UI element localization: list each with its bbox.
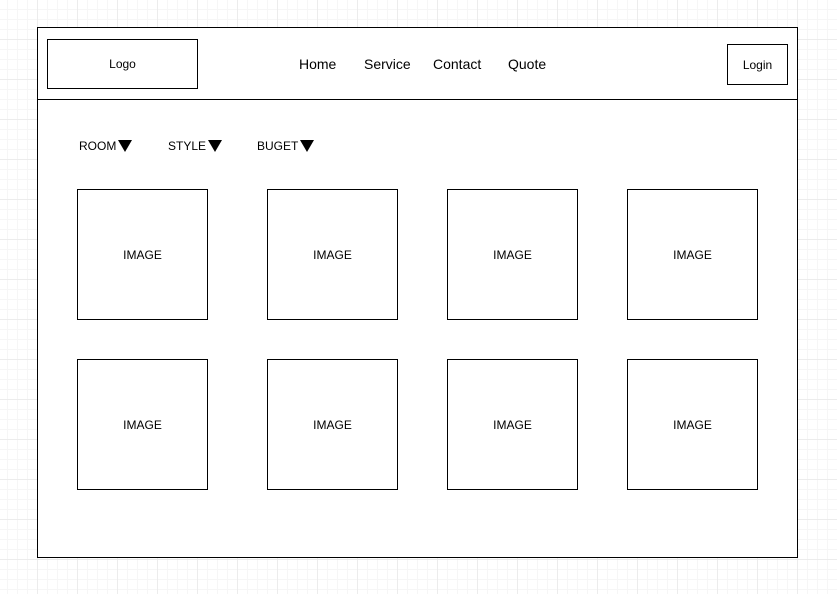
image-placeholder[interactable]: IMAGE xyxy=(77,359,208,490)
logo[interactable]: Logo xyxy=(47,39,198,89)
nav-home[interactable]: Home xyxy=(299,56,336,72)
header: Logo Home Service Contact Quote Login xyxy=(38,28,797,100)
image-label: IMAGE xyxy=(673,417,712,432)
nav-service[interactable]: Service xyxy=(364,56,411,72)
image-label: IMAGE xyxy=(123,247,162,262)
dropdown-triangle-icon xyxy=(300,140,315,152)
nav-contact[interactable]: Contact xyxy=(433,56,481,72)
image-placeholder[interactable]: IMAGE xyxy=(627,189,758,320)
logo-label: Logo xyxy=(109,57,136,71)
style-filter-label: STYLE xyxy=(168,139,207,153)
style-filter-dropdown[interactable]: STYLE xyxy=(168,138,223,154)
page-frame: Logo Home Service Contact Quote Login RO… xyxy=(37,27,798,558)
image-placeholder[interactable]: IMAGE xyxy=(77,189,208,320)
budget-filter-dropdown[interactable]: BUGET xyxy=(257,138,315,154)
image-label: IMAGE xyxy=(493,247,532,262)
login-button[interactable]: Login xyxy=(727,44,788,85)
login-label: Login xyxy=(742,57,773,72)
image-label: IMAGE xyxy=(313,417,352,432)
room-filter-label: ROOM xyxy=(79,139,117,153)
dropdown-triangle-icon xyxy=(118,140,133,152)
image-placeholder[interactable]: IMAGE xyxy=(447,359,578,490)
budget-filter-label: BUGET xyxy=(257,139,299,153)
image-placeholder[interactable]: IMAGE xyxy=(447,189,578,320)
image-label: IMAGE xyxy=(493,417,532,432)
nav-quote[interactable]: Quote xyxy=(508,56,546,72)
image-placeholder[interactable]: IMAGE xyxy=(267,359,398,490)
room-filter-dropdown[interactable]: ROOM xyxy=(79,138,133,154)
image-label: IMAGE xyxy=(123,417,162,432)
image-placeholder[interactable]: IMAGE xyxy=(627,359,758,490)
dropdown-triangle-icon xyxy=(208,140,223,152)
image-label: IMAGE xyxy=(673,247,712,262)
image-placeholder[interactable]: IMAGE xyxy=(267,189,398,320)
image-label: IMAGE xyxy=(313,247,352,262)
